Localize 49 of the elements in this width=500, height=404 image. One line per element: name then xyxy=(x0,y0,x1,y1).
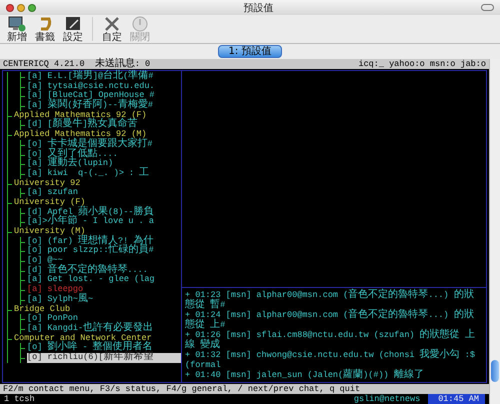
toolbar-button[interactable]: 新增 xyxy=(4,16,30,42)
log-line: + 01:26 [msn] sflai.cm88@nctu.edu.tw (szufan) 的狀態從 上線 變成 xyxy=(185,330,476,350)
contact-item[interactable]: [o] 卡卡城是個要跟大家打# xyxy=(27,138,153,149)
contact-item[interactable]: [o] 又到了低點.... xyxy=(27,148,118,158)
contact-item[interactable]: [a] Get lost. - glee (lag xyxy=(27,274,155,284)
contact-item[interactable]: [o] richliu(6)[新年新希望 xyxy=(27,352,181,363)
group-name[interactable]: University (M) xyxy=(14,226,86,236)
group-name[interactable]: University (F) xyxy=(14,196,86,207)
window-title: 預設值 xyxy=(242,2,274,14)
app-version: CENTERICQ 4.21.0 xyxy=(3,59,85,69)
group-name[interactable]: Bridge Club xyxy=(14,304,70,314)
screen-icon xyxy=(65,16,81,32)
contact-item[interactable]: [a] tytsai@csie.nctu.edu. xyxy=(27,80,155,91)
contact-item[interactable]: [a]>小年節 - I love u . a xyxy=(27,216,154,226)
group-name[interactable]: University 92 xyxy=(14,178,80,188)
shell-window: 1 tcsh xyxy=(4,394,35,404)
circle-icon xyxy=(132,16,148,32)
contact-item[interactable]: [a] sleepgo xyxy=(27,284,84,294)
contact-item[interactable]: [o] PonPon xyxy=(27,313,78,324)
contact-item[interactable]: [a] szufan xyxy=(27,187,78,198)
contact-item[interactable]: [d] 音色不定的魯特琴.... xyxy=(27,264,148,275)
tab[interactable]: 1: 預設值 xyxy=(218,45,282,58)
contact-item[interactable]: [o] 劉小哞 - 整個使用者名 xyxy=(27,342,153,352)
clock: 01:45 AM xyxy=(428,394,485,404)
contact-item[interactable]: [a] kiwi q-(._. )> : 工 xyxy=(27,168,150,178)
contact-item[interactable]: [a] E.L.[瑞男]@台北(準備# xyxy=(27,71,154,81)
log-line: + 01:40 [msn] jalen_sun (Jalen(蘿蘭)(#)) 離線了 xyxy=(185,370,425,380)
key-help: F2/m contact menu, F3/s status, F4/g general, / next/prev chat, q quit xyxy=(3,384,360,394)
zoom-window-button[interactable] xyxy=(28,4,36,12)
contact-item[interactable]: [o] poor slzzp::忙碌的員# xyxy=(27,245,154,256)
toolbar-button[interactable]: 設定 xyxy=(60,16,86,42)
contact-item[interactable]: [a] Kangdi-也許有必要發出 xyxy=(27,322,154,333)
log-line: + 01:23 [msn] alphar00@msn.com (音色不定的魯特琴...) 的狀態從 暫# xyxy=(185,290,475,310)
toolbar-button[interactable]: 自定 xyxy=(99,16,125,42)
host-name: gslin@netnews xyxy=(354,394,422,404)
close-window-button[interactable] xyxy=(6,4,14,12)
contact-item[interactable]: [a] 菜鬨(好香阿)--青梅愛# xyxy=(27,100,153,110)
log-line: + 01:32 [msn] chwong@csie.nctu.edu.tw (chonsi 我愛小勾 :$ (formal xyxy=(185,350,476,370)
log-line: + 01:24 [msn] alphar00@msn.com (音色不定的魯特琴...) 的狀態從 上# xyxy=(185,310,474,330)
tools-icon xyxy=(104,16,120,32)
minimize-window-button[interactable] xyxy=(17,4,25,12)
protocol-status: icq:_ yahoo:o msn:o jab:o xyxy=(358,59,486,69)
toolbar-toggle-button[interactable] xyxy=(481,4,494,11)
contact-item[interactable]: [a] 運動去(lupin) xyxy=(27,158,114,168)
toolbar-button[interactable]: 書籤 xyxy=(32,16,58,42)
monitor-icon xyxy=(8,16,26,32)
contact-item[interactable]: [a] Sylph~風~ xyxy=(27,294,94,304)
contact-item[interactable]: [d] [顏曼牛]熟女真命苦 xyxy=(27,119,138,130)
unsent-count: 未送訊息: 0 xyxy=(94,59,150,69)
